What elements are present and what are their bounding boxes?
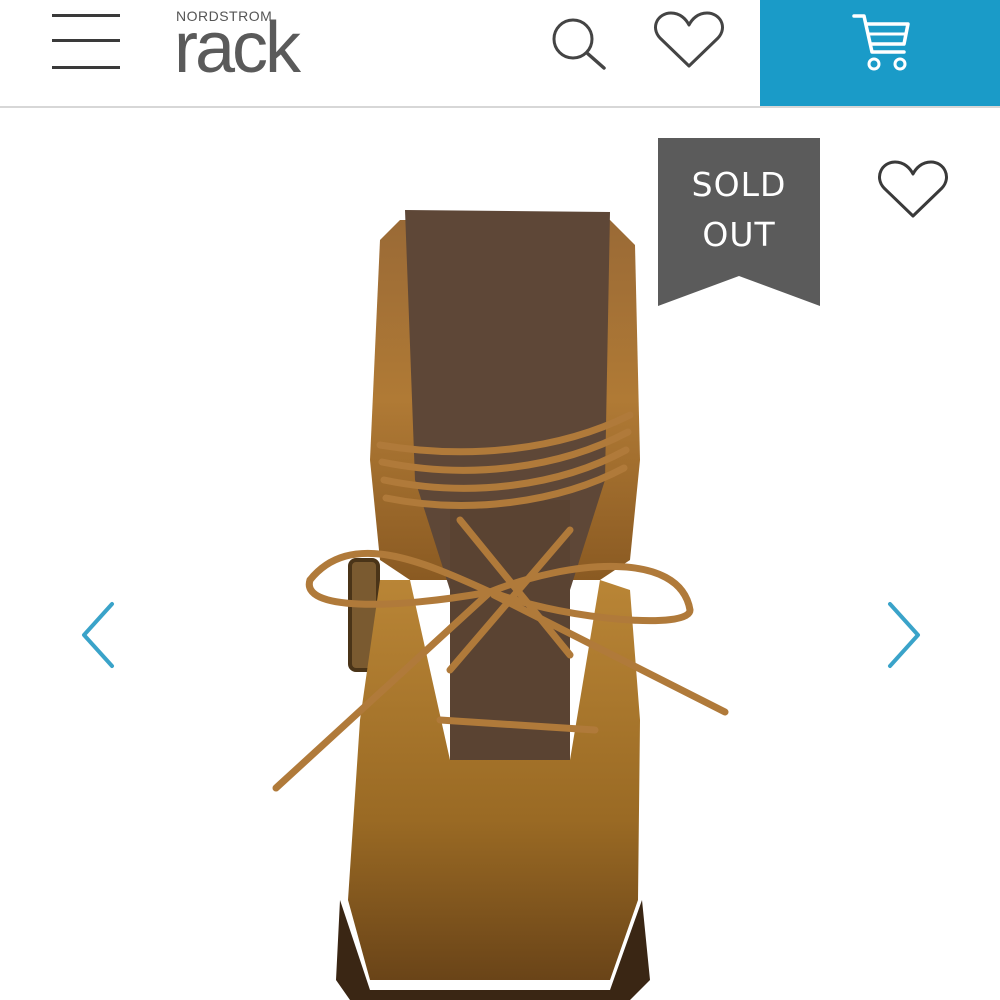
cart-button[interactable] (760, 0, 1000, 106)
logo-brand-main: rack (174, 8, 301, 88)
heart-icon[interactable] (652, 10, 726, 72)
site-header: NORDSTROM rack (0, 0, 1000, 108)
hamburger-menu-icon[interactable] (50, 12, 122, 72)
chevron-left-icon[interactable] (78, 600, 122, 670)
heart-icon[interactable] (876, 158, 950, 222)
shopping-cart-icon (852, 14, 910, 71)
badge-line-sold: SOLD (691, 165, 787, 204)
product-image (272, 210, 729, 1000)
brand-logo[interactable]: NORDSTROM rack (174, 8, 334, 84)
search-icon[interactable] (548, 14, 608, 74)
sold-out-label: SOLD OUT (658, 160, 820, 260)
badge-line-out: OUT (702, 215, 776, 254)
chevron-right-icon[interactable] (880, 600, 924, 670)
